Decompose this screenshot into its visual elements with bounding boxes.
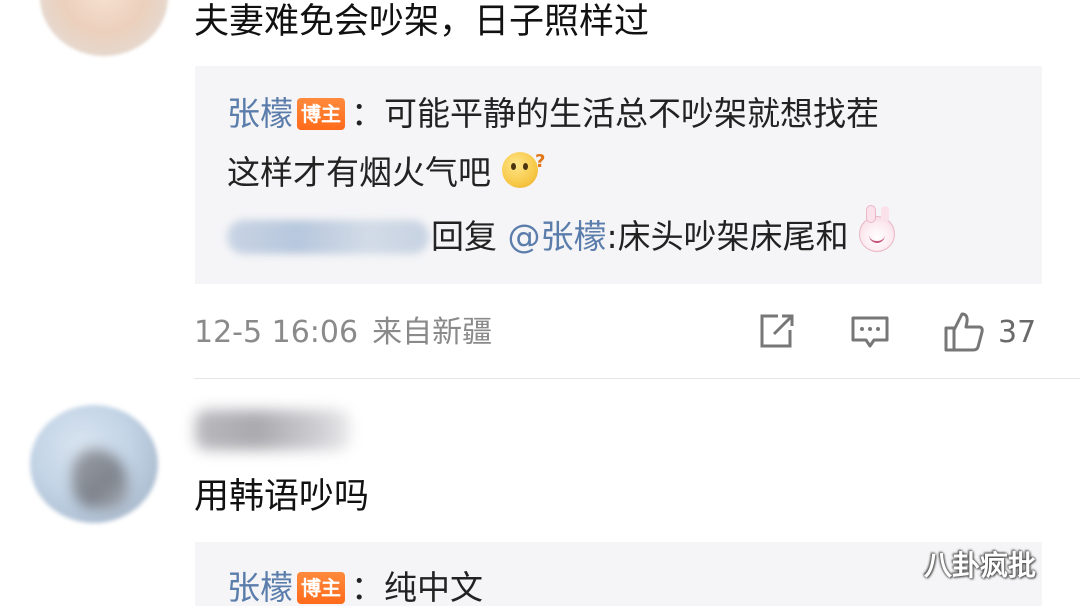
reply-box[interactable]: 张檬 博主 ：纯中文 [195, 542, 1042, 606]
bunny-icon [859, 205, 896, 252]
comment-location: 来自新疆 [372, 315, 493, 350]
thumbs-up-icon [944, 312, 984, 352]
commenter-avatar[interactable] [30, 405, 158, 523]
comment-icon [851, 316, 889, 348]
comment-text: 用韩语吵吗 [194, 477, 370, 517]
like-count: 37 [998, 314, 1037, 350]
reply-author-name[interactable]: 张檬 [227, 568, 293, 606]
like-button[interactable]: 37 [942, 310, 1036, 354]
comment-text: 夫妻难免会吵架，日子照样过 [194, 2, 650, 42]
comment-time: 12-5 16:06 [194, 315, 359, 350]
comment-divider [194, 378, 1080, 379]
commenter-avatar[interactable] [40, 0, 168, 56]
share-button[interactable] [756, 310, 796, 354]
author-reply-line-continued: 这样才有烟火气吧 [227, 142, 546, 193]
comment-meta: 12-5 16:06 来自新疆 [194, 313, 492, 353]
blogger-badge: 博主 [297, 98, 345, 130]
comment-button[interactable] [850, 310, 890, 354]
reply-text: ：纯中文 [351, 568, 483, 606]
mention-link[interactable]: @张檬 [508, 217, 607, 256]
share-icon [760, 314, 794, 348]
blurred-commenter-name[interactable] [195, 410, 350, 450]
blogger-badge: 博主 [297, 572, 345, 604]
nested-reply-line: 回复 @张檬:床头吵架床尾和 [227, 205, 896, 257]
reply-text: ：可能平静的生活总不吵架就想找茬 [351, 94, 879, 133]
thinking-face-icon [501, 142, 546, 188]
blurred-username[interactable] [227, 220, 429, 254]
author-reply-line: 张檬 博主 ：纯中文 [227, 568, 483, 606]
reply-box[interactable]: 张檬博主：可能平静的生活总不吵架就想找茬 这样才有烟火气吧 回复 @张檬:床头吵… [195, 66, 1042, 284]
nested-reply-text: :床头吵架床尾和 [606, 217, 849, 256]
watermark: 八卦疯批 [924, 549, 1037, 582]
author-reply-line: 张檬 博主 ：可能平静的生活总不吵架就想找茬 [227, 94, 879, 134]
reply-author-name[interactable]: 张檬 [227, 94, 293, 133]
reply-text-continued: 这样才有烟火气吧 [227, 153, 491, 192]
reply-word: 回复 [431, 217, 497, 256]
